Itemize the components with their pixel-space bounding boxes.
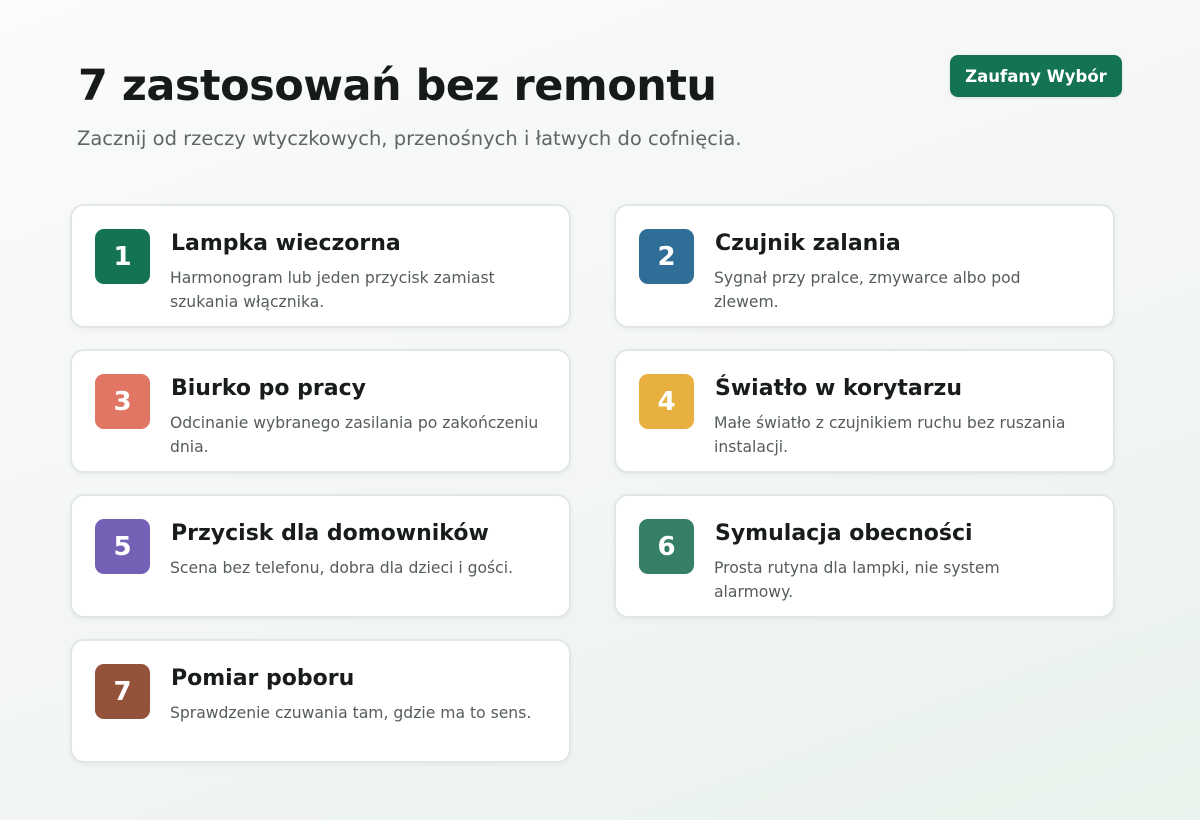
brand-button[interactable]: Zaufany Wybór [950,55,1122,97]
page-subtitle: Zacznij od rzeczy wtyczkowych, przenośny… [77,127,742,150]
number-badge: 2 [639,229,694,284]
number-badge: 3 [95,374,150,429]
use-cases-grid: 1 Lampka wieczorna Harmonogram lub jeden… [70,204,1115,763]
card-title: Biurko po pracy [171,376,366,401]
number-badge: 5 [95,519,150,574]
use-case-card: 3 Biurko po pracy Odcinanie wybranego za… [70,349,571,473]
number-badge: 4 [639,374,694,429]
use-case-card: 7 Pomiar poboru Sprawdzenie czuwania tam… [70,639,571,763]
use-case-card: 2 Czujnik zalania Sygnał przy pralce, zm… [614,204,1115,328]
page-title: 7 zastosowań bez remontu [78,61,717,111]
use-case-card: 5 Przycisk dla domowników Scena bez tele… [70,494,571,618]
card-description: Odcinanie wybranego zasilania po zakończ… [170,414,539,456]
number-badge: 1 [95,229,150,284]
card-description: Prosta rutyna dla lampki, nie system ala… [714,559,1000,601]
card-description: Scena bez telefonu, dobra dla dzieci i g… [170,559,514,577]
use-case-card: 6 Symulacja obecności Prosta rutyna dla … [614,494,1115,618]
use-case-card: 4 Światło w korytarzu Małe światło z czu… [614,349,1115,473]
use-case-card: 1 Lampka wieczorna Harmonogram lub jeden… [70,204,571,328]
card-description: Sprawdzenie czuwania tam, gdzie ma to se… [170,704,532,722]
card-title: Symulacja obecności [715,521,973,546]
card-title: Pomiar poboru [171,666,355,691]
card-title: Czujnik zalania [715,231,901,256]
number-badge: 6 [639,519,694,574]
card-title: Światło w korytarzu [715,376,963,401]
card-title: Przycisk dla domowników [171,521,489,546]
number-badge: 7 [95,664,150,719]
card-description: Małe światło z czujnikiem ruchu bez rusz… [714,414,1066,456]
card-title: Lampka wieczorna [171,231,401,256]
card-description: Harmonogram lub jeden przycisk zamiast s… [170,269,495,311]
card-description: Sygnał przy pralce, zmywarce albo pod zl… [714,269,1021,311]
